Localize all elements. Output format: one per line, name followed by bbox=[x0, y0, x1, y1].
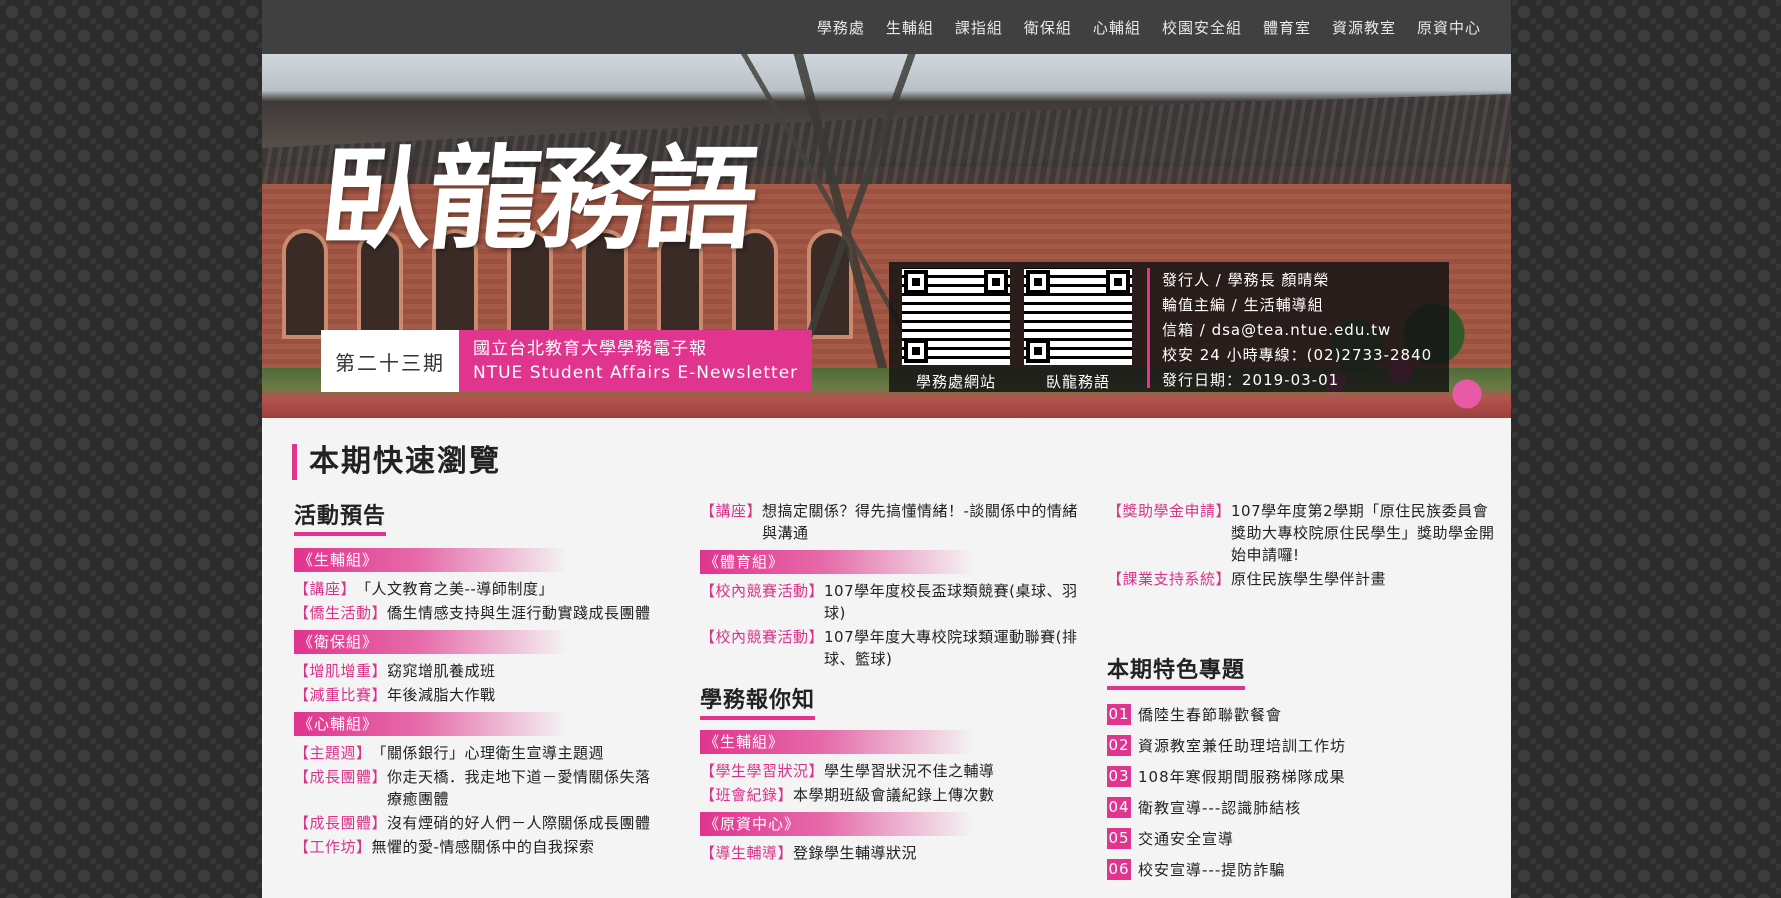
feature-item[interactable]: 06 校安宣導---提防詐騙 bbox=[1107, 859, 1497, 880]
feature-item[interactable]: 01 僑陸生春節聯歡餐會 bbox=[1107, 704, 1497, 725]
top-nav: 學務處 生輔組 課指組 衛保組 心輔組 校園安全組 體育室 資源教室 原資中心 bbox=[262, 0, 1511, 54]
nav-item-indigenous-center[interactable]: 原資中心 bbox=[1417, 17, 1481, 38]
qr-dsa-website[interactable]: 學務處網站 bbox=[901, 268, 1011, 392]
list-item[interactable]: 【學生學習狀況】 學生學習狀況不佳之輔導 bbox=[700, 760, 1080, 782]
feature-item[interactable]: 04 衛教宣導---認識肺結核 bbox=[1107, 797, 1497, 818]
list-item[interactable]: 【成長團體】 沒有煙硝的好人們－人際關係成長團體 bbox=[294, 812, 654, 834]
column-heading: 活動預告 bbox=[294, 498, 387, 536]
list-item[interactable]: 【成長團體】 你走天橋．我走地下道－愛情關係失落療癒團體 bbox=[294, 766, 654, 810]
list-item[interactable]: 【講座】 「人文教育之美--導師制度」 bbox=[294, 578, 654, 600]
group-header: 《體育組》 bbox=[700, 550, 974, 574]
list-item[interactable]: 【增肌增重】 窈窕增肌養成班 bbox=[294, 660, 654, 682]
list-item[interactable]: 【工作坊】 無懼的愛-情感關係中的自我探索 bbox=[294, 836, 654, 858]
qr-code-icon[interactable] bbox=[1024, 268, 1132, 365]
list-item[interactable]: 【班會紀錄】 本學期班級會議紀錄上傳次數 bbox=[700, 784, 1080, 806]
column-heading: 學務報你知 bbox=[700, 682, 816, 720]
list-item[interactable]: 【主題週】 「關係銀行」心理衛生宣導主題週 bbox=[294, 742, 654, 764]
nav-item-extracurricular[interactable]: 課指組 bbox=[955, 17, 1003, 38]
nav-item-campus-safety[interactable]: 校園安全組 bbox=[1162, 17, 1242, 38]
subtitle-en: NTUE Student Affairs E-Newsletter bbox=[473, 363, 799, 383]
list-item[interactable]: 【課業支持系統】 原住民族學生學伴計畫 bbox=[1107, 568, 1497, 590]
issue-subtitle: 國立台北教育大學學務電子報 NTUE Student Affairs E-New… bbox=[459, 330, 813, 392]
list-item[interactable]: 【校內競賽活動】 107學年度大專校院球類運動聯賽(排球、籃球) bbox=[700, 626, 1080, 670]
feature-number: 06 bbox=[1107, 859, 1131, 880]
email[interactable]: 信箱 / dsa@tea.ntue.edu.tw bbox=[1162, 318, 1432, 343]
feature-number: 02 bbox=[1107, 735, 1131, 756]
column-middle: 【講座】 想搞定關係？得先搞懂情緒！-談關係中的情緒與溝通 《體育組》 【校內競賽… bbox=[700, 498, 1080, 866]
column-heading: 本期特色專題 bbox=[1107, 652, 1246, 690]
header-banner: 臥龍務語 第二十三期 國立台北教育大學學務電子報 NTUE Student Af… bbox=[262, 54, 1511, 418]
hotline: 校安 24 小時專線：(02)2733-2840 bbox=[1162, 346, 1433, 364]
group-header: 《心輔組》 bbox=[294, 712, 568, 736]
nav-item-resource-room[interactable]: 資源教室 bbox=[1332, 17, 1396, 38]
list-item[interactable]: 【導生輔導】 登錄學生輔導狀況 bbox=[700, 842, 1080, 864]
qr-newsletter[interactable]: 臥龍務語 bbox=[1023, 268, 1133, 392]
subtitle-zh: 國立台北教育大學學務電子報 bbox=[473, 339, 707, 359]
publisher: 發行人 / 學務長 顏晴榮 bbox=[1162, 271, 1330, 289]
feature-number: 03 bbox=[1107, 766, 1131, 787]
nav-item-dsa[interactable]: 學務處 bbox=[817, 17, 865, 38]
page-container: 學務處 生輔組 課指組 衛保組 心輔組 校園安全組 體育室 資源教室 原資中心 … bbox=[262, 0, 1511, 898]
nav-item-counseling[interactable]: 心輔組 bbox=[1093, 17, 1141, 38]
nav-item-health[interactable]: 衛保組 bbox=[1024, 17, 1072, 38]
list-item[interactable]: 【獎助學金申請】 107學年度第2學期「原住民族委員會獎助大專校院原住民學生」獎助… bbox=[1107, 500, 1497, 566]
feature-number: 05 bbox=[1107, 828, 1131, 849]
qr-label: 學務處網站 bbox=[915, 373, 996, 391]
qr-label: 臥龍務語 bbox=[1045, 373, 1110, 391]
feature-item[interactable]: 05 交通安全宣導 bbox=[1107, 828, 1497, 849]
info-panel: 學務處網站 臥龍務語 發行人 / 學務長 顏晴榮 輪值主編 / 生活輔導組 信箱… bbox=[889, 262, 1449, 392]
nav-item-life-guidance[interactable]: 生輔組 bbox=[886, 17, 934, 38]
publish-date: 發行日期：2019-03-01 bbox=[1162, 371, 1340, 389]
section-title: 本期快速瀏覽 bbox=[292, 444, 501, 480]
nav-item-pe[interactable]: 體育室 bbox=[1263, 17, 1311, 38]
group-header: 《生輔組》 bbox=[700, 730, 974, 754]
list-item[interactable]: 【校內競賽活動】 107學年度校長盃球類競賽(桌球、羽球) bbox=[700, 580, 1080, 624]
newsletter-logo-title: 臥龍務語 bbox=[314, 134, 760, 265]
publication-info: 發行人 / 學務長 顏晴榮 輪值主編 / 生活輔導組 信箱 / dsa@tea.… bbox=[1147, 268, 1433, 389]
group-header: 《生輔組》 bbox=[294, 548, 568, 572]
feature-item[interactable]: 03 108年寒假期間服務梯隊成果 bbox=[1107, 766, 1497, 787]
issue-box: 第二十三期 國立台北教育大學學務電子報 NTUE Student Affairs… bbox=[321, 330, 813, 392]
group-header: 《衛保組》 bbox=[294, 630, 568, 654]
column-right: 【獎助學金申請】 107學年度第2學期「原住民族委員會獎助大專校院原住民學生」獎助… bbox=[1107, 498, 1497, 890]
list-item[interactable]: 【減重比賽】 年後減脂大作戰 bbox=[294, 684, 654, 706]
qr-code-icon[interactable] bbox=[902, 268, 1010, 365]
feature-number: 01 bbox=[1107, 704, 1131, 725]
feature-number: 04 bbox=[1107, 797, 1131, 818]
list-item[interactable]: 【僑生活動】 僑生情感支持與生涯行動實踐成長團體 bbox=[294, 602, 654, 624]
issue-number: 第二十三期 bbox=[321, 330, 459, 392]
column-events: 活動預告 《生輔組》 【講座】 「人文教育之美--導師制度」 【僑生活動】 僑生情感… bbox=[294, 498, 654, 860]
list-item[interactable]: 【講座】 想搞定關係？得先搞懂情緒！-談關係中的情緒與溝通 bbox=[700, 500, 1080, 544]
editor: 輪值主編 / 生活輔導組 bbox=[1162, 296, 1324, 314]
feature-item[interactable]: 02 資源教室兼任助理培訓工作坊 bbox=[1107, 735, 1497, 756]
group-header: 《原資中心》 bbox=[700, 812, 974, 836]
